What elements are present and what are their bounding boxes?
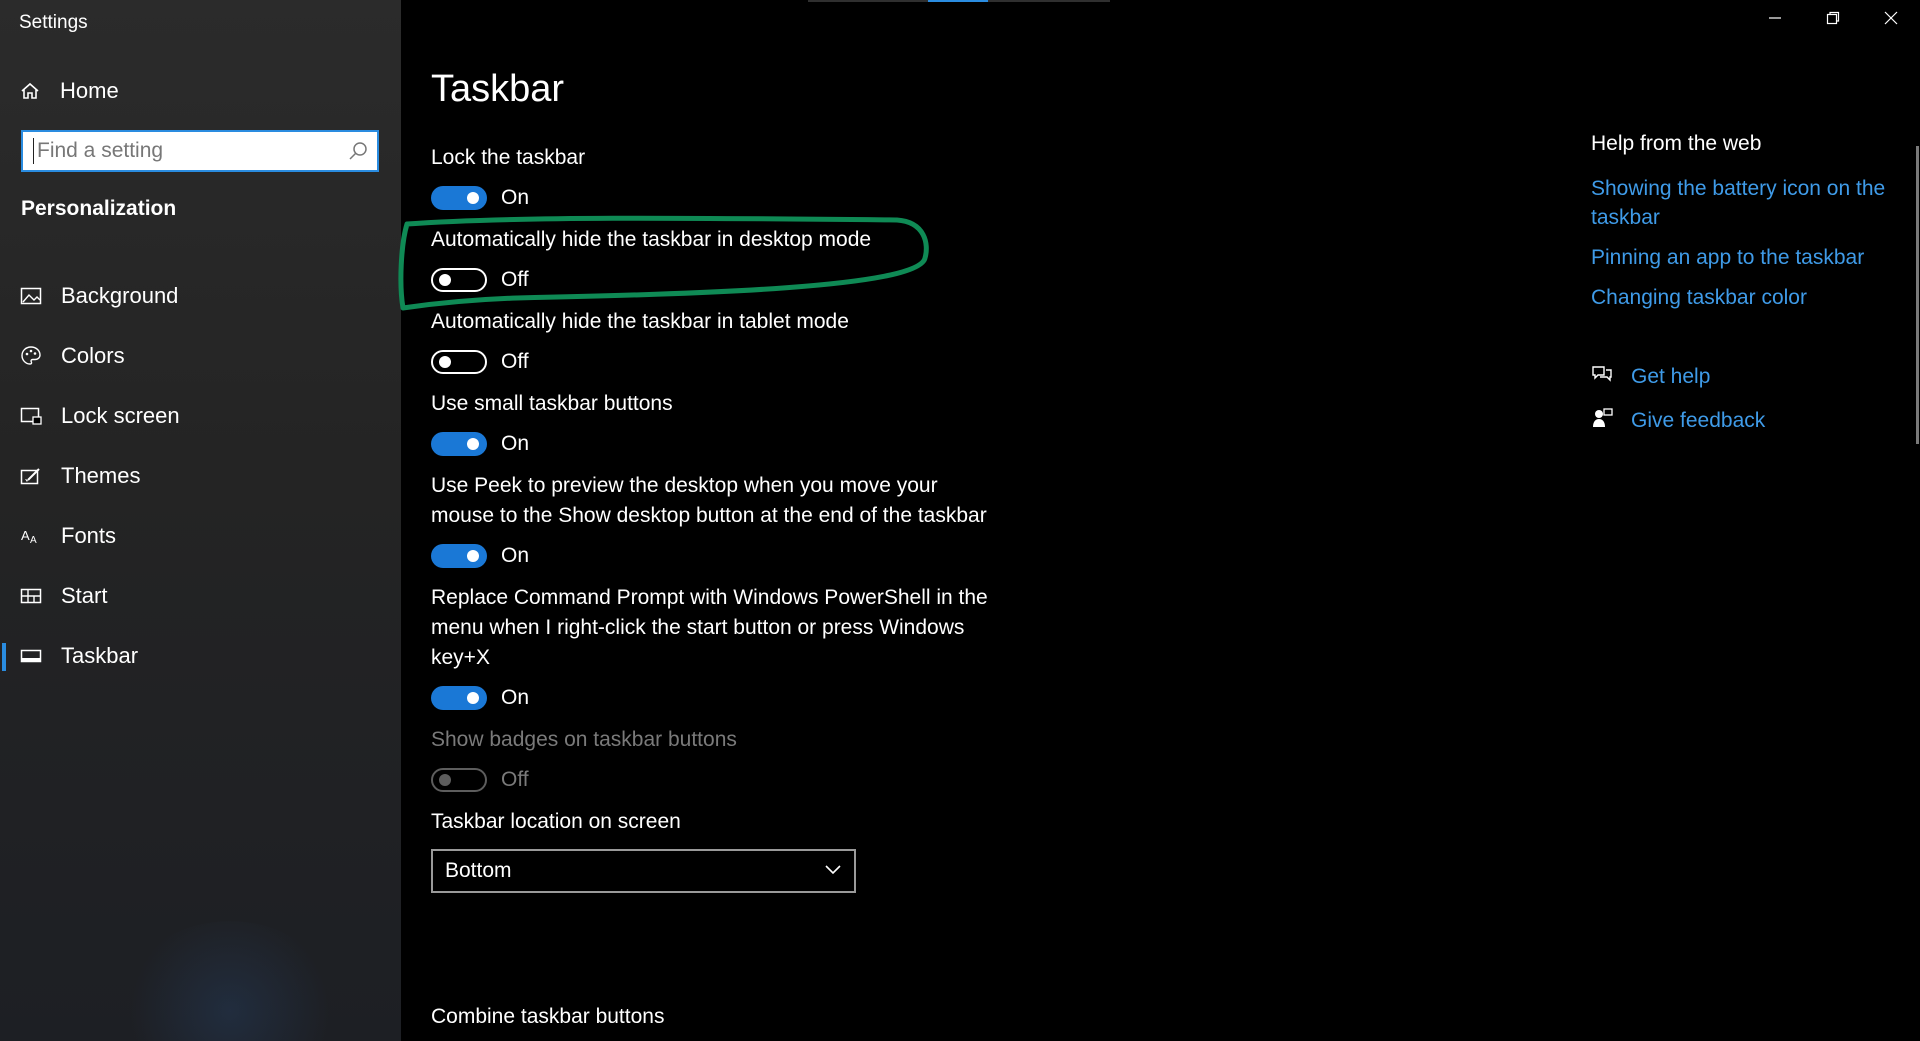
sidebar-item-label: Start [61, 583, 108, 608]
setting-small-buttons: Use small taskbar buttons On [431, 389, 991, 459]
help-link-battery-icon[interactable]: Showing the battery icon on the taskbar [1591, 174, 1911, 232]
sidebar-item-label: Taskbar [61, 643, 139, 668]
palette-icon [20, 345, 42, 367]
toggle-state: Off [501, 268, 529, 291]
small-buttons-toggle[interactable] [431, 432, 487, 456]
help-actions: Get help Give feedback [1591, 364, 1911, 434]
feedback-icon [1591, 407, 1613, 434]
toggle-knob [439, 774, 451, 786]
taskbar-icon [20, 646, 42, 666]
dropdown-value: Bottom [445, 859, 512, 882]
setting-label: Automatically hide the taskbar in tablet… [431, 310, 849, 333]
window-controls [1746, 0, 1920, 40]
toggle-knob [467, 550, 479, 562]
sidebar-nav: Background Colors Lock screen Themes A A… [0, 266, 401, 686]
combine-label: Combine taskbar buttons [431, 1005, 665, 1028]
chat-help-icon [1591, 364, 1613, 389]
autohide-desktop-toggle[interactable] [431, 268, 487, 292]
setting-label: Show badges on taskbar buttons [431, 728, 737, 751]
toggle-state: Off [501, 350, 529, 373]
autohide-tablet-toggle[interactable] [431, 350, 487, 374]
window-title: Settings [19, 12, 88, 33]
sidebar: Settings Home Personalization Background [0, 0, 401, 1041]
search-box[interactable] [21, 130, 379, 172]
toggle-state: On [501, 686, 530, 709]
lock-taskbar-toggle[interactable] [431, 186, 487, 210]
settings-list: Lock the taskbar On Automatically hide t… [431, 143, 991, 905]
powershell-toggle[interactable] [431, 686, 487, 710]
toggle-knob [467, 692, 479, 704]
get-help-link[interactable]: Get help [1591, 364, 1911, 389]
sidebar-item-lock-screen[interactable]: Lock screen [0, 386, 401, 446]
help-link-pinning-app[interactable]: Pinning an app to the taskbar [1591, 243, 1911, 272]
peek-toggle[interactable] [431, 544, 487, 568]
help-panel: Help from the web Showing the battery ic… [1591, 132, 1911, 452]
setting-powershell: Replace Command Prompt with Windows Powe… [431, 583, 991, 713]
restore-button[interactable] [1804, 0, 1862, 40]
setting-label: Automatically hide the taskbar in deskto… [431, 228, 872, 251]
setting-badges: Show badges on taskbar buttons Off [431, 725, 991, 795]
setting-label: Taskbar location on screen [431, 810, 681, 833]
sidebar-item-label: Lock screen [61, 403, 180, 428]
close-button[interactable] [1862, 0, 1920, 40]
help-link-taskbar-color[interactable]: Changing taskbar color [1591, 283, 1911, 312]
lock-screen-icon [20, 406, 42, 426]
help-title: Help from the web [1591, 132, 1762, 155]
setting-label: Use Peek to preview the desktop when you… [431, 474, 987, 527]
toggle-state: Off [501, 768, 529, 791]
give-feedback-label: Give feedback [1631, 408, 1766, 432]
setting-label: Replace Command Prompt with Windows Powe… [431, 586, 988, 669]
section-title: Personalization [21, 197, 177, 220]
toggle-state: On [501, 432, 530, 455]
sidebar-item-taskbar[interactable]: Taskbar [0, 626, 401, 686]
setting-lock-taskbar: Lock the taskbar On [431, 143, 991, 213]
search-icon[interactable] [347, 140, 369, 167]
sidebar-item-fonts[interactable]: AA Fonts [0, 506, 401, 566]
minimize-button[interactable] [1746, 0, 1804, 40]
setting-label: Lock the taskbar [431, 146, 586, 169]
give-feedback-link[interactable]: Give feedback [1591, 407, 1911, 434]
title-bar-accent [808, 0, 1110, 2]
sidebar-item-background[interactable]: Background [0, 266, 401, 326]
home-label: Home [60, 78, 119, 103]
toggle-knob [467, 192, 479, 204]
badges-toggle [431, 768, 487, 792]
toggle-knob [439, 356, 451, 368]
picture-icon [20, 286, 42, 306]
start-icon [20, 586, 42, 606]
location-dropdown[interactable]: Bottom [431, 849, 856, 893]
fonts-icon: AA [20, 526, 42, 546]
sidebar-item-label: Fonts [61, 523, 117, 548]
chevron-down-icon [824, 862, 842, 880]
sidebar-item-colors[interactable]: Colors [0, 326, 401, 386]
setting-autohide-desktop: Automatically hide the taskbar in deskto… [431, 225, 991, 295]
setting-location: Taskbar location on screen Bottom [431, 807, 991, 893]
close-icon [1884, 11, 1898, 30]
minimize-icon [1768, 11, 1782, 30]
toggle-state: On [501, 544, 530, 567]
setting-peek: Use Peek to preview the desktop when you… [431, 471, 991, 571]
sidebar-item-label: Background [61, 283, 179, 308]
restore-icon [1826, 11, 1840, 30]
sidebar-item-themes[interactable]: Themes [0, 446, 401, 506]
get-help-label: Get help [1631, 364, 1711, 388]
sidebar-item-label: Colors [61, 343, 125, 368]
home-icon [20, 81, 40, 101]
page-title: Taskbar [431, 68, 565, 110]
svg-text:A: A [30, 535, 37, 546]
svg-text:A: A [21, 528, 30, 543]
toggle-state: On [501, 186, 530, 209]
home-link[interactable]: Home [20, 72, 119, 110]
sidebar-item-label: Themes [61, 463, 141, 488]
settings-window: Settings Home Personalization Background [0, 0, 1920, 1041]
toggle-knob [467, 438, 479, 450]
search-input[interactable] [33, 138, 339, 164]
scrollbar[interactable] [1916, 146, 1919, 444]
themes-icon [20, 466, 42, 486]
setting-autohide-tablet: Automatically hide the taskbar in tablet… [431, 307, 991, 377]
setting-label: Use small taskbar buttons [431, 392, 673, 415]
sidebar-item-start[interactable]: Start [0, 566, 401, 626]
toggle-knob [439, 274, 451, 286]
